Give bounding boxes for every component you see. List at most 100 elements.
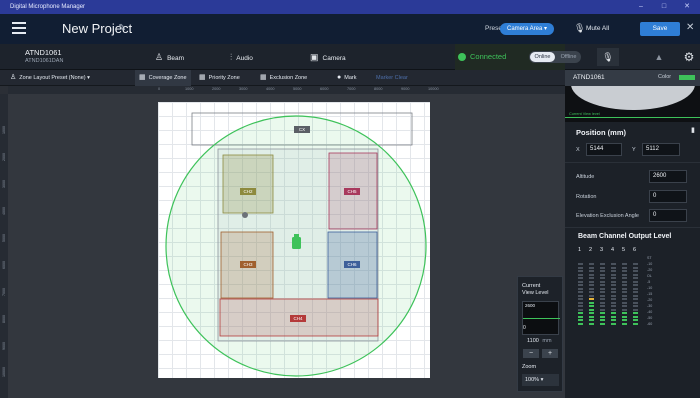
ruler-top-tick: 8000 bbox=[374, 87, 383, 91]
ruler-top-tick: 1000 bbox=[185, 87, 194, 91]
priority-zone-icon: ▦ bbox=[199, 74, 206, 81]
zone-layout-preset-select[interactable]: ♙ Zone Layout Preset (None) ▾ bbox=[10, 70, 90, 86]
y-label: Y bbox=[632, 147, 636, 153]
ruler-left-tick: 8000 bbox=[2, 315, 6, 323]
ruler-top: 0 1000 2000 3000 4000 5000 6000 7000 8000 9000 100… bbox=[8, 86, 565, 94]
zone-ch2[interactable] bbox=[222, 154, 274, 214]
preset-select[interactable]: Camera Area ▾ bbox=[500, 23, 554, 35]
room-grid[interactable]: CX CH2 CH5 CH3 CH6 CH4 bbox=[158, 102, 430, 378]
y-input[interactable]: 5112 bbox=[642, 143, 680, 156]
channel-number-2: 2 bbox=[589, 247, 593, 253]
coverage-zone-icon: ▦ bbox=[139, 74, 146, 81]
ruler-left-tick: 9000 bbox=[2, 342, 6, 350]
ruler-top-tick: 2000 bbox=[212, 87, 221, 91]
view-level-plus-button[interactable]: + bbox=[542, 349, 558, 358]
position-title: Position (mm) bbox=[576, 128, 626, 137]
view-level-value: 1100 bbox=[527, 338, 539, 344]
meter-scale-tick: -10 bbox=[647, 286, 653, 290]
zone-label-ch3: CH3 bbox=[240, 261, 256, 268]
hamburger-menu-icon[interactable] bbox=[12, 22, 26, 36]
view-level-widget: Current View Level 2600 0 1100 mm − + Zo… bbox=[517, 276, 563, 392]
lock-icon[interactable]: ▮ bbox=[691, 126, 695, 134]
identify-icon[interactable]: 🎙 bbox=[597, 48, 619, 66]
device-name: ATND1061 bbox=[25, 48, 62, 57]
online-option[interactable]: Online bbox=[530, 52, 555, 62]
channel-number-1: 1 bbox=[578, 247, 582, 253]
priority-zone-button[interactable]: ▦ Priority Zone bbox=[199, 70, 240, 86]
ruler-top-tick: 3000 bbox=[239, 87, 248, 91]
maximize-button[interactable]: □ bbox=[653, 0, 675, 14]
panel-device-name: ATND1061 bbox=[573, 74, 605, 81]
elevation-exclusion-input[interactable]: 0 bbox=[649, 209, 687, 222]
zone-label-ch5: CH5 bbox=[344, 188, 360, 195]
tab-beam[interactable]: ♙ Beam bbox=[155, 44, 184, 70]
window-close-button[interactable]: ✕ bbox=[676, 0, 698, 14]
save-button[interactable]: Save bbox=[640, 22, 680, 36]
channel-meter-5 bbox=[622, 262, 627, 326]
current-view-line bbox=[565, 117, 700, 118]
window-title: Digital Microphone Manager bbox=[10, 4, 86, 10]
ruler-left-tick: 7000 bbox=[2, 288, 6, 296]
channel-number-5: 5 bbox=[622, 247, 626, 253]
view-level-minus-button[interactable]: − bbox=[523, 349, 539, 358]
ruler-top-tick: 9000 bbox=[401, 87, 410, 91]
zone-label-cx: CX bbox=[294, 126, 310, 133]
color-swatch[interactable] bbox=[679, 75, 695, 80]
view-level-top-value: 2600 bbox=[525, 303, 536, 308]
marker-dot[interactable] bbox=[242, 212, 248, 218]
meter-scale-tick: -5 bbox=[647, 280, 651, 284]
zone-layout-preset-label: Zone Layout Preset (None) ▾ bbox=[19, 75, 90, 81]
offline-option[interactable]: Offline bbox=[557, 52, 580, 62]
marker-clear-button[interactable]: Marker Clear bbox=[376, 70, 408, 86]
camera-preview: Current View level bbox=[565, 86, 700, 122]
ruler-left-tick: 4000 bbox=[2, 207, 6, 215]
close-project-icon[interactable]: ✕ bbox=[686, 22, 694, 33]
zoom-select[interactable]: 100% ▾ bbox=[522, 374, 559, 386]
properties-panel: ATND1061 Color Current View level Positi… bbox=[565, 70, 700, 398]
mark-button[interactable]: ● Mark bbox=[337, 70, 356, 86]
view-level-indicator[interactable] bbox=[523, 318, 560, 319]
ruler-left: 1000 2000 3000 4000 5000 6000 7000 8000 9000 1000… bbox=[0, 94, 8, 398]
panel-divider bbox=[565, 227, 700, 228]
settings-gear-icon[interactable]: ⚙ bbox=[678, 48, 700, 66]
meter-scale-tick: -20 bbox=[647, 298, 653, 302]
ruler-top-tick: 0 bbox=[158, 87, 161, 91]
exclusion-zone-button[interactable]: ▦ Exclusion Zone bbox=[260, 70, 307, 86]
ruler-left-tick: 3000 bbox=[2, 180, 6, 188]
altitude-label: Altitude bbox=[576, 174, 595, 180]
online-offline-toggle[interactable]: Online Offline bbox=[529, 51, 581, 63]
microphone-device-icon[interactable] bbox=[292, 237, 301, 249]
project-header: New Project ✎ Preset Camera Area ▾ 🎙 Mut… bbox=[0, 14, 700, 44]
coverage-zone-label: Coverage Zone bbox=[148, 75, 187, 81]
color-label: Color bbox=[658, 74, 672, 80]
minimize-button[interactable]: – bbox=[630, 0, 652, 14]
tab-audio[interactable]: ⫶ Audio bbox=[230, 44, 253, 70]
ruler-left-tick: 6000 bbox=[2, 261, 6, 269]
camera-icon: ▣ bbox=[310, 52, 319, 62]
rotation-label: Rotation bbox=[576, 194, 597, 200]
channel-meter-6 bbox=[633, 262, 638, 326]
edit-pencil-icon[interactable]: ✎ bbox=[118, 23, 126, 34]
rotation-input[interactable]: 0 bbox=[649, 190, 687, 203]
altitude-input[interactable]: 2600 bbox=[649, 170, 687, 183]
x-input[interactable]: 5144 bbox=[586, 143, 622, 156]
view-level-unit: mm bbox=[542, 338, 552, 344]
view-level-title-2: View Level bbox=[522, 290, 549, 296]
coverage-zone-button[interactable]: ▦ Coverage Zone bbox=[135, 70, 191, 86]
view-level-readout: 1100 mm bbox=[527, 338, 552, 344]
view-level-gauge[interactable]: 2600 bbox=[522, 301, 560, 335]
meter-scale-tick: ST bbox=[647, 256, 652, 260]
ruler-left-tick: 1000 bbox=[2, 126, 6, 134]
panel-header: ATND1061 Color bbox=[565, 70, 700, 86]
warning-icon[interactable]: ▲ bbox=[648, 48, 670, 66]
current-view-level-label: Current View level bbox=[569, 112, 600, 116]
mute-all-button[interactable]: Mute All bbox=[586, 25, 609, 32]
ruler-top-tick: 4000 bbox=[266, 87, 275, 91]
meter-scale-tick: -50 bbox=[647, 316, 653, 320]
view-level-title-1: Current bbox=[522, 283, 541, 289]
zone-label-ch4: CH4 bbox=[290, 315, 306, 322]
mark-icon: ● bbox=[337, 74, 342, 81]
ruler-left-tick: 10000 bbox=[2, 367, 6, 377]
tab-camera[interactable]: ▣ Camera bbox=[310, 44, 346, 70]
ruler-top-tick: 7000 bbox=[347, 87, 356, 91]
